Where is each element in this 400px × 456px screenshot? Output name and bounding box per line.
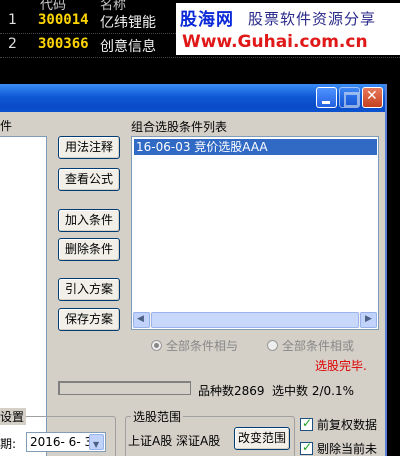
date-picker[interactable]: 2016- 6- 3: [26, 432, 106, 454]
radio-all-and[interactable]: 全部条件相与: [151, 337, 238, 354]
maximize-icon: [339, 87, 360, 108]
change-range-button[interactable]: 改变范围: [234, 427, 290, 450]
checkbox-checked-icon: [300, 416, 313, 431]
radio-all-or-label: 全部条件相或: [282, 339, 355, 353]
watermark-tagline: 股票软件资源分享: [248, 10, 377, 28]
add-condition-button[interactable]: 加入条件: [58, 209, 120, 232]
watermark-url: Www.Guhai.com.cn: [182, 32, 368, 52]
range-markets: 上证A股 深证A股: [128, 434, 221, 448]
exclude-checkbox[interactable]: 剔除当前未: [300, 440, 377, 456]
checkbox-checked-icon: [300, 440, 313, 455]
dialog-titlebar[interactable]: [0, 84, 385, 112]
radio-all-or[interactable]: 全部条件相或: [267, 337, 354, 354]
date-label: 期:: [0, 437, 17, 451]
chevron-down-icon[interactable]: [89, 434, 104, 454]
range-group-label: 选股范围: [131, 408, 184, 425]
progress-bar: [58, 381, 191, 395]
scroll-thumb[interactable]: [151, 312, 359, 328]
minimize-icon[interactable]: [316, 87, 337, 108]
watermark-logo: 股海网 股票软件资源分享 Www.Guhai.com.cn: [176, 3, 400, 55]
stock-name: 亿纬锂能: [100, 15, 156, 31]
condition-stock-picker-dialog: 件 用法注释 查看公式 加入条件 删除条件 引入方案 保存方案 组合选股条件列表…: [0, 84, 387, 456]
forward-adjust-label: 前复权数据: [317, 418, 378, 432]
row-index: 1: [8, 12, 17, 28]
forward-adjust-checkbox[interactable]: 前复权数据: [300, 416, 377, 433]
settings-group-label: 设置: [0, 408, 27, 425]
scroll-left-icon[interactable]: [133, 312, 150, 328]
radio-all-and-label: 全部条件相与: [166, 339, 239, 353]
import-scheme-button[interactable]: 引入方案: [58, 278, 120, 301]
horizontal-scrollbar[interactable]: [133, 312, 377, 328]
stock-code: 300366: [38, 36, 89, 52]
row-divider: [0, 57, 400, 58]
list-item[interactable]: 16-06-03 竞价选股AAA: [134, 139, 377, 155]
save-scheme-button[interactable]: 保存方案: [58, 308, 120, 331]
scroll-right-icon[interactable]: [360, 312, 377, 328]
close-icon[interactable]: [362, 87, 383, 108]
variety-count: 品种数2869: [198, 384, 265, 398]
combo-condition-list[interactable]: 16-06-03 竞价选股AAA: [131, 136, 379, 330]
row-index: 2: [8, 36, 17, 52]
usage-notes-button[interactable]: 用法注释: [58, 136, 120, 159]
combo-list-label: 组合选股条件列表: [131, 120, 228, 134]
view-formula-button[interactable]: 查看公式: [58, 168, 120, 191]
radio-selected-icon: [151, 340, 162, 351]
selected-count: 选中数 2/0.1%: [272, 384, 354, 398]
condition-list-label: 件: [0, 119, 13, 133]
status-text: 选股完毕.: [315, 359, 367, 373]
stock-name: 创意信息: [100, 39, 156, 55]
stock-code: 300014: [38, 12, 89, 28]
date-value: 2016- 6- 3: [30, 435, 93, 449]
delete-condition-button[interactable]: 删除条件: [58, 238, 120, 261]
exclude-label: 剔除当前未: [317, 442, 378, 456]
watermark-brand: 股海网: [180, 10, 234, 30]
radio-unselected-icon: [267, 340, 278, 351]
